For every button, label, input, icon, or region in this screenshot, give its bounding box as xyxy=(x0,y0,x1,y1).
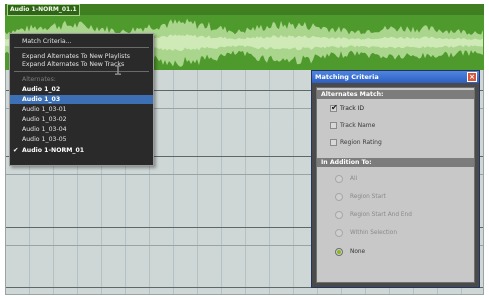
radio-label: Region Start And End xyxy=(350,212,412,218)
menu-item-label: Expand Alternates To New Playlists xyxy=(22,53,131,60)
checkbox[interactable] xyxy=(330,139,337,146)
dialog-title: Matching Criteria xyxy=(315,73,379,81)
alternates-popup-menu: Match Criteria... Expand Alternates To N… xyxy=(9,33,154,166)
radio-button[interactable] xyxy=(335,211,343,219)
radio-button-selected[interactable] xyxy=(335,248,343,256)
menu-item-alternate-current[interactable]: ✔ Audio 1-NORM_01 xyxy=(10,146,153,155)
checkbox[interactable] xyxy=(330,122,337,129)
region-name-bar[interactable]: Audio 1-NORM_01.1 xyxy=(5,4,484,16)
menu-item-expand-to-tracks[interactable]: Expand Alternates To New Tracks xyxy=(10,60,153,69)
menu-section-label: Alternates: xyxy=(22,76,56,83)
menu-item-alternate[interactable]: Audio 1_03-04 xyxy=(10,125,153,134)
radio-label: All xyxy=(350,176,358,182)
menu-item-match-criteria[interactable]: Match Criteria... xyxy=(10,37,153,46)
radio-label: Within Selection xyxy=(350,230,398,236)
menu-item-label: Audio 1_03-01 xyxy=(22,106,67,113)
menu-item-label: Audio 1-NORM_01 xyxy=(22,147,85,154)
section-header-alternates-match: Alternates Match: xyxy=(317,90,474,99)
dialog-title-bar[interactable]: Matching Criteria × xyxy=(312,71,479,83)
menu-item-alternate[interactable]: Audio 1_02 xyxy=(10,85,153,94)
matching-criteria-dialog: Matching Criteria × Alternates Match: ✔ … xyxy=(311,70,480,288)
menu-item-alternate[interactable]: Audio 1_03-05 xyxy=(10,135,153,144)
checkbox-label: Track Name xyxy=(340,122,376,129)
menu-separator xyxy=(14,71,149,72)
menu-item-label: Audio 1_02 xyxy=(22,86,61,93)
checkbox[interactable]: ✔ xyxy=(330,103,338,112)
menu-section-alternates: Alternates: xyxy=(10,75,153,84)
text-cursor-icon xyxy=(115,65,121,75)
dialog-body: Alternates Match: ✔ Track ID Track Name … xyxy=(316,87,475,283)
checkmark-icon: ✔ xyxy=(13,146,19,154)
menu-item-alternate[interactable]: Audio 1_03-01 xyxy=(10,105,153,114)
menu-item-alternate[interactable]: Audio 1_03-02 xyxy=(10,115,153,124)
menu-item-label: Audio 1_03-04 xyxy=(22,126,67,133)
menu-item-label: Audio 1_03 xyxy=(22,96,61,103)
menu-separator xyxy=(14,47,149,48)
menu-item-alternate-highlighted[interactable]: Audio 1_03 xyxy=(10,95,153,104)
radio-dot-icon xyxy=(337,250,341,254)
menu-item-label: Audio 1_03-05 xyxy=(22,136,67,143)
section-header-in-addition-to: In Addition To: xyxy=(317,158,474,167)
close-icon[interactable]: × xyxy=(467,72,477,82)
radio-label: None xyxy=(350,249,366,255)
menu-item-label: Expand Alternates To New Tracks xyxy=(22,61,125,68)
radio-label: Region Start xyxy=(350,194,386,200)
checkbox-label: Track ID xyxy=(340,105,364,112)
menu-item-label: Match Criteria... xyxy=(22,38,72,45)
menu-item-label: Audio 1_03-02 xyxy=(22,116,67,123)
checkbox-label: Region Rating xyxy=(340,139,382,146)
pro-tools-edit-window: Audio 1-NORM_01.1 Match Criteria... Expa… xyxy=(0,0,489,300)
check-icon: ✔ xyxy=(331,103,338,112)
radio-button[interactable] xyxy=(335,193,343,201)
radio-button[interactable] xyxy=(335,175,343,183)
radio-button[interactable] xyxy=(335,229,343,237)
